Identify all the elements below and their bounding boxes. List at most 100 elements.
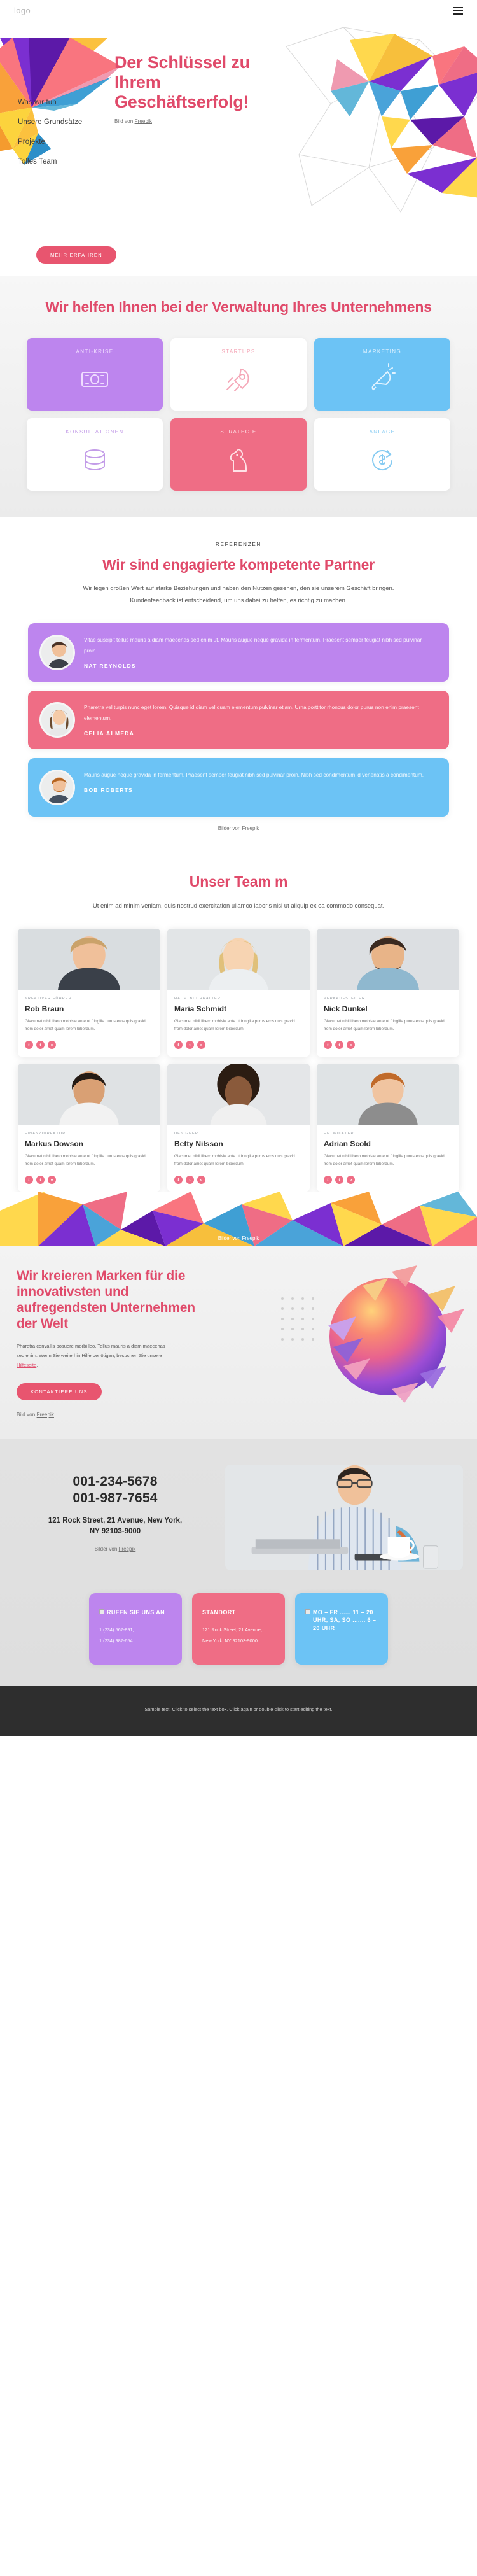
contact-card-line: 1 (234) 987-654 [99,1637,133,1643]
contact-credit-prefix: Bilder von [94,1545,119,1552]
team-member-role: VERKAUFSLEITER [324,996,366,1001]
team-image-credit: Bilder von Freepik [0,1235,477,1241]
broken-image-icon [99,1608,104,1614]
team-member-photo [317,1063,459,1125]
facebook-icon[interactable]: f [25,1175,33,1184]
hero-cta-button[interactable]: MEHR ERFAHREN [36,246,116,264]
instagram-icon[interactable]: o [48,1175,56,1184]
service-card-marketing[interactable]: MARKETING [314,337,450,411]
facebook-icon[interactable]: f [324,1175,332,1184]
instagram-icon[interactable]: o [197,1175,205,1184]
contact-phone-1[interactable]: 001-234-5678 [14,1474,216,1490]
team-member-photo [317,928,459,990]
team-member-name: Nick Dunkel [324,1004,368,1013]
twitter-icon[interactable]: t [186,1040,194,1049]
contact-card-opening-hours: MO – FR ...... 11 – 20 UHR, SA, SO .....… [295,1593,388,1665]
team-polygon-band: Bilder von Freepik [0,1191,477,1246]
service-card-anlage[interactable]: ANLAGE [314,418,450,491]
hamburger-icon[interactable] [453,6,463,15]
twitter-icon[interactable]: t [335,1040,343,1049]
service-card-label: MARKETING [363,348,402,355]
team-title: Unser Team m [189,873,288,890]
testimonials-credit-link[interactable]: Freepik [242,826,259,831]
team-member-photo [18,928,160,990]
team-credit-link[interactable]: Freepik [242,1235,259,1241]
contact-card-title: MO – FR ...... 11 – 20 UHR, SA, SO .....… [313,1608,377,1632]
service-card-label: ANTI-KRISE [76,348,114,355]
facebook-icon[interactable]: f [324,1040,332,1049]
brands-credit-prefix: Bild von [17,1411,37,1418]
twitter-icon[interactable]: t [335,1175,343,1184]
hero-title-line-3: Geschäftserfolg! [114,92,249,111]
twitter-icon[interactable]: t [186,1175,194,1184]
team-member-photo [18,1063,160,1125]
services-section: Wir helfen Ihnen bei der Verwaltung Ihre… [0,276,477,517]
contact-address-line-1: 121 Rock Street, 21 Avenue, New York, [48,1517,183,1525]
hero-nav-item-1[interactable]: Unsere Grundsätze [18,118,114,126]
brands-image-credit: Bild von Freepik [17,1412,207,1418]
instagram-icon[interactable]: o [48,1040,56,1049]
hero-nav-item-3[interactable]: Tolles Team [18,158,114,165]
testimonial-author: NAT REYNOLDS [84,663,137,670]
contact-card-title-row: RUFEN SIE UNS AN [99,1608,172,1617]
avatar [39,770,75,806]
team-subtitle: Ut enim ad minim veniam, quis nostrud ex… [92,902,385,910]
team-member-role: KREATIVER FÜHRER [25,996,72,1001]
contact-image-credit: Bilder von Freepik [14,1546,216,1552]
brands-section: Wir kreieren Marken für die innovativste… [0,1246,477,1439]
contact-address: 121 Rock Street, 21 Avenue, New York, NY… [14,1516,216,1537]
team-member-card[interactable]: FINANZDIREKTOR Markus Dowson Giacumet ni… [18,1063,160,1192]
team-member-card[interactable]: HAUPTBUCHHALTER Maria Schmidt Giacumet n… [167,928,310,1057]
logo[interactable]: logo [14,6,31,15]
instagram-icon[interactable]: o [197,1040,205,1049]
brands-credit-link[interactable]: Freepik [37,1412,54,1418]
hero-nav-item-0[interactable]: Was wir tun [18,99,114,106]
testimonial-card: Pharetra vel turpis nunc eget lorem. Qui… [28,691,449,750]
service-card-anti-krise[interactable]: ANTI-KRISE [27,337,163,411]
brands-help-link[interactable]: Hilfeseite [17,1362,36,1368]
brands-cta-button[interactable]: KONTAKTIERE UNS [17,1383,102,1400]
team-member-socials: f t o [324,1040,452,1049]
team-member-card[interactable]: ENTWICKLER Adrian Scold Giacumet nihil l… [317,1063,459,1192]
team-member-role: FINANZDIREKTOR [25,1131,66,1136]
contact-credit-link[interactable]: Freepik [119,1546,136,1552]
instagram-icon[interactable]: o [347,1040,355,1049]
avatar [39,635,75,671]
team-member-desc: Giacumet nihil libero mobisie ante ut fr… [324,1018,445,1032]
services-grid: ANTI-KRISE STARTUPS MARKETING KONSULTATI… [0,337,477,491]
team-member-role: DESIGNER [174,1131,199,1136]
twitter-icon[interactable]: t [36,1175,45,1184]
hero-credit-prefix: Bild von [114,118,135,125]
team-grid: KREATIVER FÜHRER Rob Braun Giacumet nihi… [0,928,477,1192]
testimonials-subtitle: Wir legen großen Wert auf starke Beziehu… [83,585,394,605]
team-member-card[interactable]: DESIGNER Betty Nilsson Giacumet nihil li… [167,1063,310,1192]
team-member-socials: f t o [174,1040,303,1049]
hero-title-line-1: Der Schlüssel zu [114,53,250,72]
service-card-startups[interactable]: STARTUPS [170,337,307,411]
testimonials-title: Wir sind engagierte kompetente Partner [102,556,375,573]
facebook-icon[interactable]: f [174,1175,183,1184]
rocket-icon [226,368,249,391]
team-member-card[interactable]: VERKAUFSLEITER Nick Dunkel Giacumet nihi… [317,928,459,1057]
hero-nav-item-2[interactable]: Projekte [18,138,114,146]
contact-card-line: New York, NY 92103-9000 [202,1637,258,1643]
hero-credit-link[interactable]: Freepik [135,118,152,124]
team-member-card[interactable]: KREATIVER FÜHRER Rob Braun Giacumet nihi… [18,928,160,1057]
brands-abstract-decoration [281,1265,464,1403]
facebook-icon[interactable]: f [25,1040,33,1049]
brands-text-b: . [36,1362,38,1369]
testimonial-text: Vitae suscipit tellus mauris a diam maec… [84,637,422,654]
twitter-icon[interactable]: t [36,1040,45,1049]
banknote-icon [81,371,108,387]
hero-title-line-2: Ihrem [114,72,161,92]
hero-image-credit: Bild von Freepik [114,118,305,124]
team-member-desc: Giacumet nihil libero mobisie ante ut fr… [25,1153,146,1167]
contact-phone-2[interactable]: 001-987-7654 [14,1490,216,1507]
contact-card-title: STANDORT [202,1608,236,1615]
instagram-icon[interactable]: o [347,1175,355,1184]
service-card-konsultationen[interactable]: KONSULTATIONEN [27,418,163,491]
coins-icon [85,449,105,470]
service-card-strategie[interactable]: STRATEGIE [170,418,307,491]
testimonials-credit-prefix: Bilder von [218,826,242,832]
facebook-icon[interactable]: f [174,1040,183,1049]
